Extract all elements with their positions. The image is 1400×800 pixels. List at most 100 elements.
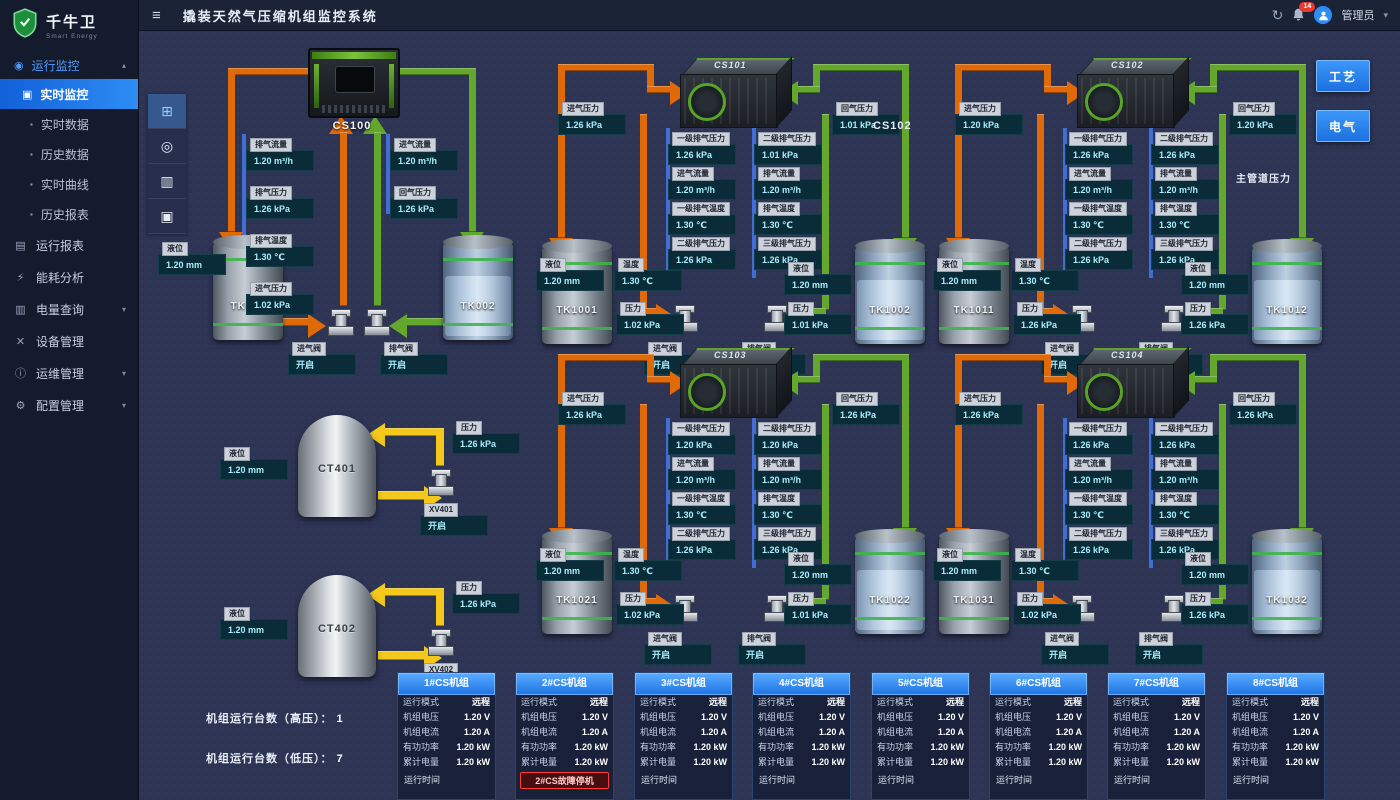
logo-subtitle: Smart Energy: [46, 33, 98, 40]
sensor-value: 1.20 kPa: [955, 114, 1023, 135]
sensor-value: 1.26 kPa: [668, 144, 736, 165]
panel-row-value: 远程: [590, 696, 608, 709]
sidebar-item-realtime-data[interactable]: ▪ 实时数据: [0, 109, 138, 139]
panel-header-button[interactable]: 3#CS机组: [635, 673, 732, 695]
compressor-CS104[interactable]: CS104: [1077, 348, 1189, 418]
sensor-value: 1.20 m³/h: [390, 150, 458, 171]
sidebar-item-设备管理[interactable]: ✕设备管理: [0, 325, 138, 357]
sensor-tag: 液位: [1185, 262, 1211, 276]
compressor-view-button[interactable]: ⊞: [148, 94, 186, 129]
unit-CS100: CS100排气流量1.20 m³/h排气压力1.26 kPa排气温度1.30 ℃…: [158, 42, 528, 388]
sensor-label: 压力1.26 kPa: [1013, 298, 1081, 335]
refresh-icon[interactable]: ↻: [1272, 7, 1284, 24]
pipe: [558, 354, 565, 528]
sensor-label: 进气压力1.02 kPa: [246, 278, 314, 315]
panel-row-label: 有功功率: [1113, 741, 1149, 754]
panel-row: 运行模式远程: [635, 695, 732, 710]
unit-panel-4: 4#CS机组运行模式远程机组电压1.20 V机组电流1.20 A有功功率1.20…: [752, 672, 851, 800]
sidebar: 千牛卫 Smart Energy ◉ 运行监控 ▴ ▣ 实时监控 ▪ 实时数据 …: [0, 0, 139, 800]
view-button-工艺[interactable]: 工艺: [1316, 60, 1370, 92]
sidebar-item-realtime-monitor[interactable]: ▣ 实时监控: [0, 79, 138, 109]
pipe: [1210, 64, 1306, 71]
compressor-view-icon: ⊞: [161, 103, 173, 120]
sensor-value: 1.20 mm: [158, 254, 226, 275]
sidebar-item-配置管理[interactable]: ⚙配置管理▾: [0, 389, 138, 421]
compressor-name: CS103: [714, 350, 747, 360]
valve[interactable]: [328, 306, 352, 336]
app-root: 千牛卫 Smart Energy ◉ 运行监控 ▴ ▣ 实时监控 ▪ 实时数据 …: [0, 0, 1400, 800]
panel-row: 累计电量1.20 kW: [753, 755, 850, 770]
sensor-value: 1.30 ℃: [1065, 504, 1133, 525]
sensor-label: 液位1.20 mm: [1181, 548, 1249, 585]
pipe: [902, 64, 909, 238]
panel-footer: 运行时间: [994, 772, 1083, 787]
notification-bell-icon[interactable]: 14: [1292, 8, 1305, 22]
hamburger-menu-icon[interactable]: ≡: [152, 7, 161, 24]
panel-header-button[interactable]: 2#CS机组: [516, 673, 613, 695]
fault-alert-button[interactable]: 2#CS故障停机: [520, 772, 609, 789]
sensor-value: 1.30 ℃: [754, 504, 822, 525]
sensor-label: XV401开启: [420, 499, 488, 536]
sidebar-item-运行报表[interactable]: ▤运行报表: [0, 229, 138, 261]
compressor-CS103[interactable]: CS103: [680, 348, 792, 418]
compressor-CS101[interactable]: CS101: [680, 58, 792, 128]
sensor-tag: 回气压力: [836, 102, 878, 116]
panel-header-button[interactable]: 5#CS机组: [872, 673, 969, 695]
panel-header-button[interactable]: 8#CS机组: [1227, 673, 1324, 695]
sensor-label: 进气压力1.20 kPa: [955, 98, 1023, 135]
panel-row-value: 1.20 A: [938, 726, 964, 739]
panel-row: 机组电流1.20 A: [990, 725, 1087, 740]
monitor-icon: ◉: [14, 59, 24, 72]
sidebar-item-realtime-curve[interactable]: ▪ 实时曲线: [0, 169, 138, 199]
pipe: [813, 64, 909, 71]
panel-header-button[interactable]: 7#CS机组: [1108, 673, 1205, 695]
sensor-tag: 一级排气压力: [1069, 132, 1127, 146]
user-name[interactable]: 管理员: [1341, 7, 1374, 23]
sidebar-item-history-data[interactable]: ▪ 历史数据: [0, 139, 138, 169]
sensor-tag: 温度: [1015, 548, 1041, 562]
sensor-label: 排气温度1.30 ℃: [1151, 198, 1219, 235]
sidebar-item-运维管理[interactable]: ⓘ运维管理▾: [0, 357, 138, 389]
sensor-tag: 排气温度: [1155, 492, 1197, 506]
panel-header-button[interactable]: 1#CS机组: [398, 673, 495, 695]
panel-header-button[interactable]: 4#CS机组: [753, 673, 850, 695]
panel-row-value: 1.20 V: [1293, 711, 1319, 724]
sidebar-group-monitoring[interactable]: ◉ 运行监控 ▴: [0, 51, 138, 79]
panel-footer: 运行时间: [1112, 772, 1201, 787]
pipe: [955, 354, 1051, 361]
storage-view-button[interactable]: ▣: [148, 199, 186, 234]
sidebar-item-能耗分析[interactable]: ⚡能耗分析: [0, 261, 138, 293]
sensor-label: 压力1.02 kPa: [616, 298, 684, 335]
valve[interactable]: [364, 306, 388, 336]
panel-row-value: 1.20 kW: [456, 756, 490, 769]
sensor-value: 1.26 kPa: [452, 593, 520, 614]
compressor-CS102[interactable]: CS102: [1077, 58, 1189, 128]
sensor-label: 一级排气温度1.30 ℃: [1065, 198, 1133, 235]
sensor-tag: 排气温度: [758, 202, 800, 216]
sensor-tag: 二级排气压力: [1069, 527, 1127, 541]
panel-row-value: 1.20 V: [1056, 711, 1082, 724]
sidebar-item-history-report[interactable]: ▪ 历史报表: [0, 199, 138, 229]
valve[interactable]: [428, 626, 452, 656]
valve-view-button[interactable]: ▥: [148, 164, 186, 199]
sensor-tag: 进气流量: [672, 167, 714, 181]
panel-header-button[interactable]: 6#CS机组: [990, 673, 1087, 695]
panel-row-value: 1.20 kW: [1048, 741, 1082, 754]
panel-row-label: 机组电流: [1113, 726, 1149, 739]
view-button-电气[interactable]: 电气: [1316, 110, 1370, 142]
tank-view-button[interactable]: ◎: [148, 129, 186, 164]
canvas-toolbar: ⊞ ◎▥▣: [148, 94, 186, 234]
sensor-label: 进气流量1.20 m³/h: [1065, 163, 1133, 200]
sensor-label: 排气温度1.30 ℃: [1151, 488, 1219, 525]
valve[interactable]: [428, 466, 452, 496]
sidebar-item-电量查询[interactable]: ▥电量查询▾: [0, 293, 138, 325]
sensor-tag: 一级排气温度: [1069, 202, 1127, 216]
panel-row-value: 1.20 kW: [811, 741, 845, 754]
panel-row-value: 1.20 kW: [574, 741, 608, 754]
sensor-tag: 二级排气压力: [1155, 132, 1213, 146]
avatar[interactable]: [1314, 6, 1332, 24]
panel-row: 运行模式远程: [872, 695, 969, 710]
panel-row-label: 运行模式: [1113, 696, 1149, 709]
compressor-CS100[interactable]: [308, 48, 400, 118]
sensor-value: 1.20 kPa: [668, 434, 736, 455]
